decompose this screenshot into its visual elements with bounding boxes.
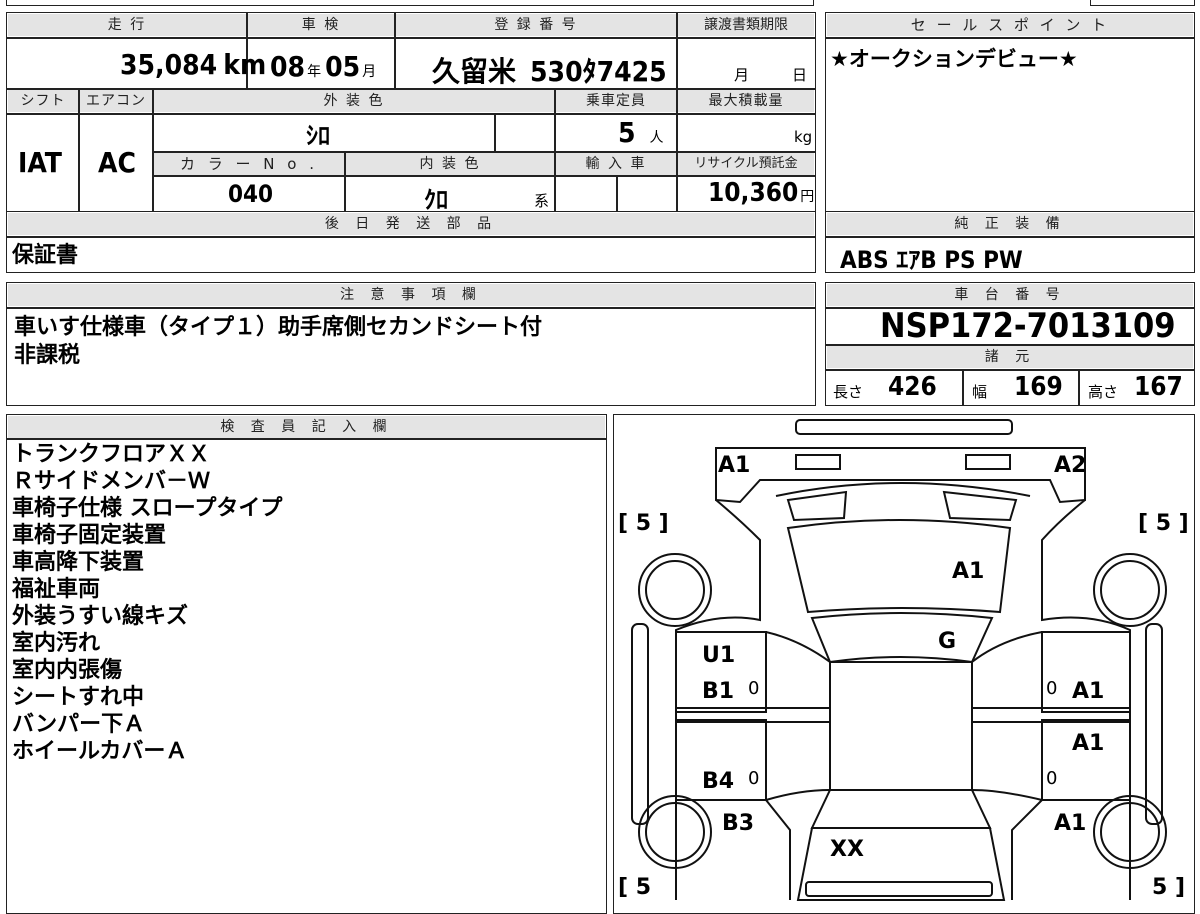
sales-point-header: セ ー ル ス ポ イ ン ト [827,14,1193,36]
max-load-header: 最大積載量 [678,90,814,112]
tire-right-front: [ 5 ] [1138,511,1189,536]
inspector-line: 室内汚れ [12,631,101,656]
inspection-value: 08 年 05 月 [270,50,377,83]
ac-header: エアコン [80,90,152,112]
left-front-door-u: U1 [702,643,736,668]
later-parts-box [6,211,816,273]
tire-right-rear: 5 ] [1152,875,1186,900]
inspector-line: 外装うすい線キズ [12,604,189,629]
sales-point-box [825,12,1195,212]
left-rear-door-zero: 0 [748,768,760,789]
inspector-line: Ｒサイドメンバ－Ｗ [12,469,211,494]
interior-color-unit: 系 [534,192,550,210]
capacity-value: 5人 [618,116,664,149]
transfer-deadline-header: 譲渡書類期限 [678,14,814,36]
inspection-header: 車 検 [248,14,394,36]
equipment-header: 純 正 装 備 [827,213,1193,235]
specs-header: 諸 元 [827,346,1193,368]
right-rear-door-zero: 0 [1046,768,1058,789]
recycle-header: リサイクル預託金 [678,153,814,175]
windshield-damage: G [938,629,957,654]
length-value: 426 [888,372,937,402]
interior-color-header: 内 装 色 [346,153,554,175]
top-cutoff-row-right [1090,0,1195,6]
right-front-door-damage: A1 [1072,679,1105,704]
sales-point-value: ★オークションデビュー★ [830,47,1078,71]
exterior-color-header: 外 装 色 [154,90,554,112]
interior-color-value: ｸﾛ [424,186,448,214]
inspector-line: 車高降下装置 [12,550,145,575]
notes-line-1: 車いす仕様車（タイプ１）助手席側セカンドシート付 [14,315,543,340]
shift-header: シフト [8,90,78,112]
shift-value: IAT [18,146,62,179]
exterior-color-value: ｼﾛ [306,122,330,150]
equipment-value: ABS ｴｱB PS PW [840,246,1023,274]
inspector-line: 車椅子仕様 スロープタイプ [12,496,283,521]
height-value: 167 [1134,372,1183,402]
notes-line-2: 非課税 [14,343,81,368]
max-load-unit: kg [794,128,813,146]
import-header: 輸 入 車 [556,153,676,175]
notes-header: 注 意 事 項 欄 [8,284,814,306]
left-rear-door-damage: B4 [702,769,735,794]
width-value: 169 [1014,372,1063,402]
registration-value: 久留米 530ﾀ7425 [432,55,667,88]
tire-left-front: [ 5 ] [618,511,669,536]
transfer-day: 日 [792,66,808,84]
right-rear-door-damage: A1 [1072,731,1105,756]
inspector-line: 車椅子固定装置 [12,523,167,548]
front-right-damage: A2 [1054,453,1087,478]
inspector-line: ホイールカバーＡ [12,739,188,764]
width-label: 幅 [972,383,988,401]
recycle-fee-value: 10,360 円 [708,178,815,208]
inspector-line: 室内内張傷 [12,658,123,683]
hood-damage: A1 [952,559,985,584]
height-label: 高さ [1088,383,1119,401]
right-rear-quarter-damage: A1 [1054,811,1087,836]
inspector-header: 検 査 員 記 入 欄 [8,416,605,438]
tire-left-rear: [ 5 [618,875,652,900]
vehicle-info-table [6,12,816,212]
left-front-door-zero: 0 [748,678,760,699]
inspector-line: トランクフロアＸＸ [12,442,211,467]
capacity-header: 乗車定員 [556,90,676,112]
inspector-line: 福祉車両 [12,577,101,602]
registration-header: 登 録 番 号 [396,14,676,36]
right-front-door-zero: 0 [1046,678,1058,699]
length-label: 長さ [833,383,864,401]
left-rear-quarter-damage: B3 [722,811,755,836]
mileage-header: 走 行 [8,14,246,36]
top-cutoff-row [6,0,814,6]
inspector-line: バンパー下Ａ [12,712,146,737]
left-front-door-b: B1 [702,679,735,704]
later-parts-value: 保証書 [12,243,79,268]
color-no-value: 040 [228,180,274,208]
transfer-month: 月 [734,66,750,84]
color-no-header: カ ラ ー N o . [154,153,344,175]
chassis-header: 車 台 番 号 [827,284,1193,306]
ac-value: AC [98,146,136,179]
inspector-lines: トランクフロアＸＸ Ｒサイドメンバ－Ｗ 車椅子仕様 スロープタイプ 車椅子固定装… [12,441,282,765]
mileage-value: 35,084 km [120,48,267,81]
chassis-value: NSP172-7013109 [880,306,1176,346]
trunk-damage: XX [830,837,864,862]
front-left-damage: A1 [718,453,751,478]
inspector-line: シートすれ中 [12,685,145,710]
